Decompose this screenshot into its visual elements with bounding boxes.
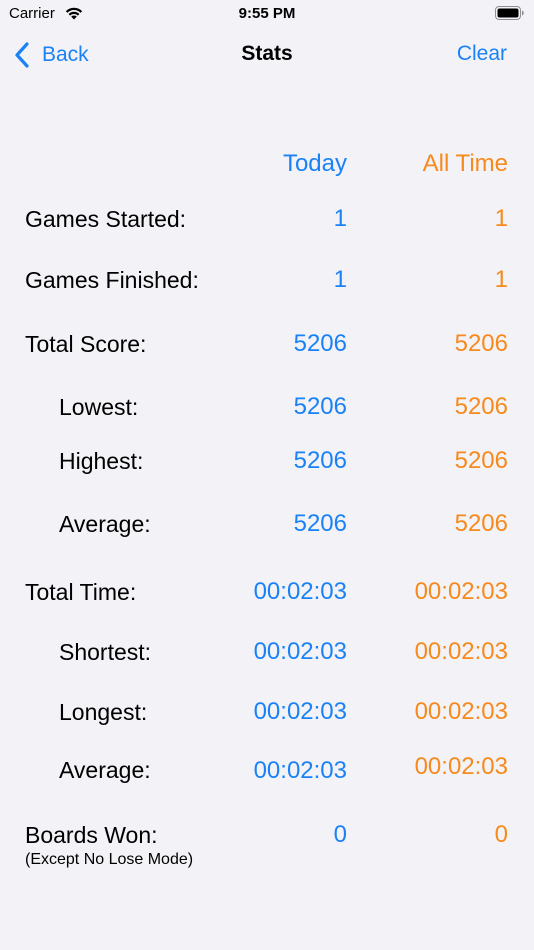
battery-icon: [495, 6, 524, 20]
stat-row-total-score: Total Score: 5206 5206: [0, 327, 534, 361]
stat-today-value: 1: [333, 205, 347, 232]
stat-all-time-value: 1: [494, 266, 508, 293]
stat-row-average-score: Average: 5206 5206: [0, 507, 534, 541]
stat-label: Shortest:: [59, 639, 152, 665]
stat-today-value: 0: [333, 821, 347, 848]
stat-today-value: 00:02:03: [253, 698, 347, 725]
stat-row-total-time: Total Time: 00:02:03 00:02:03: [0, 575, 534, 609]
stat-all-time-value: 00:02:03: [414, 638, 508, 665]
stat-all-time-value: 00:02:03: [414, 698, 508, 725]
all-time-column-header: All Time: [422, 150, 508, 177]
stat-all-time-value: 0: [494, 821, 508, 848]
stat-label: Lowest:: [59, 394, 139, 420]
stat-all-time-value: 5206: [454, 330, 508, 357]
status-time: 9:55 PM: [238, 5, 296, 22]
stat-label: Games Started:: [25, 206, 187, 232]
navigation-bar: Back Stats Clear: [0, 30, 534, 80]
stat-all-time-value: 1: [494, 205, 508, 232]
stat-label: Boards Won:: [25, 822, 158, 848]
stat-all-time-value: 5206: [454, 447, 508, 474]
clear-button[interactable]: Clear: [457, 42, 507, 66]
stat-row-games-started: Games Started: 1 1: [0, 202, 534, 236]
stat-sublabel: (Except No Lose Mode): [25, 851, 194, 868]
stat-label: Total Time:: [25, 579, 137, 605]
stat-label: Average:: [59, 757, 151, 783]
stat-row-games-finished: Games Finished: 1 1: [0, 263, 534, 297]
stat-all-time-value: 00:02:03: [414, 578, 508, 605]
status-bar: Carrier 9:55 PM: [0, 0, 534, 30]
stat-today-value: 00:02:03: [253, 578, 347, 605]
stat-label: Average:: [59, 511, 151, 537]
page-title: Stats: [241, 42, 293, 65]
stat-today-value: 00:02:03: [253, 757, 347, 784]
stat-row-boards-won: Boards Won: (Except No Lose Mode) 0 0: [0, 818, 534, 878]
stat-row-longest: Longest: 00:02:03 00:02:03: [0, 695, 534, 729]
stat-label: Longest:: [59, 699, 148, 725]
stat-today-value: 5206: [293, 330, 347, 357]
stat-today-value: 00:02:03: [253, 638, 347, 665]
stat-label: Total Score:: [25, 331, 147, 357]
today-column-header: Today: [282, 150, 347, 177]
stat-label: Highest:: [59, 448, 144, 474]
stat-today-value: 1: [333, 266, 347, 293]
stat-today-value: 5206: [293, 510, 347, 537]
stat-row-average-time: Average: 00:02:03 00:02:03: [0, 753, 534, 787]
column-header-row: Today All Time: [0, 147, 534, 181]
stat-all-time-value: 5206: [454, 510, 508, 537]
stat-row-highest: Highest: 5206 5206: [0, 444, 534, 478]
stat-today-value: 5206: [293, 393, 347, 420]
stats-screen: Carrier 9:55 PM Back Stats Clear Today A…: [0, 0, 534, 950]
stat-label: Games Finished:: [25, 267, 199, 293]
stat-all-time-value: 00:02:03: [414, 753, 508, 780]
stat-row-shortest: Shortest: 00:02:03 00:02:03: [0, 635, 534, 669]
stat-today-value: 5206: [293, 447, 347, 474]
stat-row-lowest: Lowest: 5206 5206: [0, 390, 534, 424]
stat-all-time-value: 5206: [454, 393, 508, 420]
